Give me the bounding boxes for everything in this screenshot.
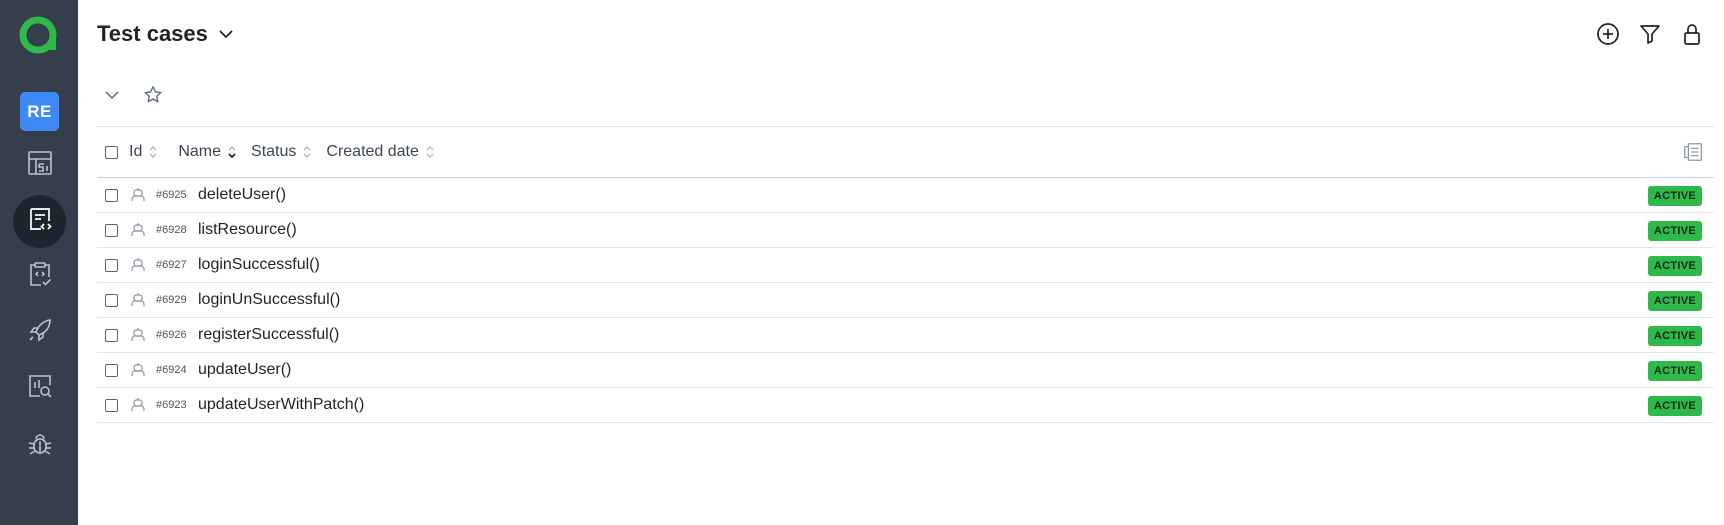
column-label-status: Status [251, 143, 297, 160]
collapse-chevron-icon[interactable] [104, 87, 120, 103]
status-badge: ACTIVE [1647, 361, 1702, 381]
robot-icon [130, 187, 146, 203]
row-name[interactable]: loginUnSuccessful() [198, 291, 340, 309]
sidebar-item-dashboards[interactable] [13, 139, 66, 192]
row-id: #6926 [156, 329, 187, 341]
column-header-status[interactable]: Status [251, 143, 312, 161]
sidebar-item-defects[interactable] [13, 420, 66, 473]
status-badge: ACTIVE [1647, 221, 1702, 241]
row-checkbox[interactable] [105, 258, 118, 272]
table-row[interactable]: #6925 deleteUser() ACTIVE [97, 178, 1714, 213]
row-id: #6923 [156, 399, 187, 411]
chevron-down-icon [217, 25, 235, 43]
test-cases-icon [26, 205, 54, 238]
row-id: #6925 [156, 189, 187, 201]
dashboard-icon [26, 149, 54, 182]
bug-icon [26, 430, 54, 463]
row-checkbox[interactable] [105, 223, 118, 237]
row-name[interactable]: loginSuccessful() [198, 256, 320, 274]
robot-icon [130, 292, 146, 308]
sidebar-item-test-cases[interactable] [13, 195, 66, 248]
column-label-id: Id [129, 143, 143, 160]
status-badge: ACTIVE [1647, 256, 1702, 276]
rocket-icon [26, 316, 54, 349]
row-id: #6928 [156, 224, 187, 236]
title-dropdown[interactable]: Test cases [97, 21, 235, 47]
table-header: Id Name Status Created date [97, 126, 1714, 178]
sort-icon [425, 145, 435, 159]
robot-icon [130, 222, 146, 238]
table-row[interactable]: #6928 listResource() ACTIVE [97, 213, 1714, 248]
column-header-name[interactable]: Name [178, 143, 237, 161]
column-label-created-date: Created date [326, 143, 419, 160]
column-header-id[interactable]: Id [129, 143, 158, 161]
test-plans-icon [26, 260, 54, 293]
robot-icon [130, 257, 146, 273]
filter-icon[interactable] [1638, 22, 1662, 46]
row-checkbox[interactable] [105, 363, 118, 377]
table-row[interactable]: #6924 updateUser() ACTIVE [97, 353, 1714, 388]
row-checkbox[interactable] [105, 188, 118, 202]
sidebar-item-launches[interactable] [13, 306, 66, 359]
row-id: #6927 [156, 259, 187, 271]
main-content: Test cases Id Name Status Created date #… [78, 0, 1724, 525]
status-badge: ACTIVE [1647, 186, 1702, 206]
row-checkbox[interactable] [105, 328, 118, 342]
table-row[interactable]: #6927 loginSuccessful() ACTIVE [97, 248, 1714, 283]
column-settings-icon[interactable] [1682, 141, 1704, 168]
test-cases-table: Id Name Status Created date #6925 delete… [97, 126, 1714, 423]
row-name[interactable]: registerSuccessful() [198, 326, 339, 344]
sidebar-item-test-plans[interactable] [13, 250, 66, 303]
robot-icon [130, 327, 146, 343]
app-logo[interactable] [18, 14, 60, 56]
star-icon[interactable] [142, 84, 164, 106]
row-name[interactable]: deleteUser() [198, 186, 286, 204]
table-row[interactable]: #6923 updateUserWithPatch() ACTIVE [97, 388, 1714, 423]
robot-icon [130, 397, 146, 413]
page-title: Test cases [97, 21, 208, 46]
status-badge: ACTIVE [1647, 326, 1702, 346]
table-row[interactable]: #6926 registerSuccessful() ACTIVE [97, 318, 1714, 353]
column-label-name: Name [178, 143, 222, 160]
sort-icon [148, 145, 158, 159]
sidebar-item-analytics[interactable] [13, 362, 66, 415]
sidebar: RE [0, 0, 78, 525]
select-all-checkbox[interactable] [105, 145, 118, 159]
robot-icon [130, 362, 146, 378]
row-checkbox[interactable] [105, 293, 118, 307]
sort-desc-icon [227, 145, 237, 159]
row-id: #6929 [156, 294, 187, 306]
lock-icon[interactable] [1680, 22, 1704, 46]
add-icon[interactable] [1596, 22, 1620, 46]
analytics-search-icon [26, 372, 54, 405]
sub-toolbar [104, 84, 164, 106]
row-name[interactable]: updateUser() [198, 361, 291, 379]
row-name[interactable]: listResource() [198, 221, 297, 239]
sort-icon [302, 145, 312, 159]
header-actions [1596, 22, 1704, 46]
row-id: #6924 [156, 364, 187, 376]
table-row[interactable]: #6929 loginUnSuccessful() ACTIVE [97, 283, 1714, 318]
status-badge: ACTIVE [1647, 291, 1702, 311]
status-badge: ACTIVE [1647, 396, 1702, 416]
row-name[interactable]: updateUserWithPatch() [198, 396, 364, 414]
column-header-created-date[interactable]: Created date [326, 143, 435, 161]
row-checkbox[interactable] [105, 398, 118, 412]
project-badge[interactable]: RE [20, 92, 59, 131]
table-body: #6925 deleteUser() ACTIVE #6928 listReso… [97, 178, 1714, 423]
